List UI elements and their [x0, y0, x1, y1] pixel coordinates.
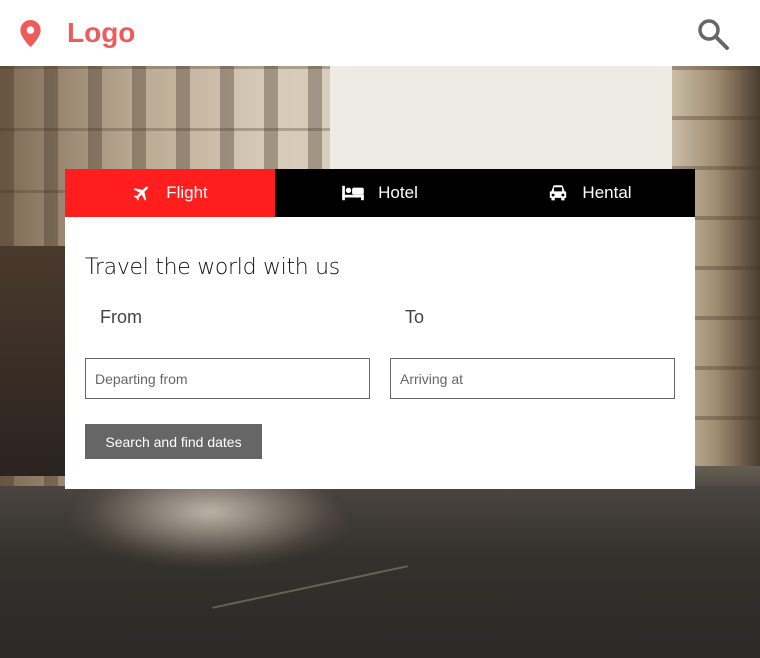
- departing-from-input[interactable]: [85, 358, 370, 399]
- bed-icon: [342, 185, 364, 201]
- tab-hotel[interactable]: Hotel: [275, 169, 485, 217]
- tab-hotel-label: Hotel: [378, 183, 418, 202]
- tab-flight[interactable]: Flight: [65, 169, 275, 217]
- hero-car-blur: [70, 476, 350, 566]
- hero-shopfront: [0, 246, 70, 476]
- tab-flight-label: Flight: [166, 183, 208, 202]
- tab-rental[interactable]: Hental: [485, 169, 695, 217]
- booking-tabs: Flight Hotel Hental: [65, 169, 695, 217]
- map-pin-icon: [20, 20, 41, 47]
- booking-card: Flight Hotel Hental Travel the world wit…: [65, 169, 695, 489]
- from-label: From: [100, 307, 142, 327]
- hero-sky: [330, 66, 672, 176]
- to-label: To: [405, 307, 425, 327]
- logo[interactable]: Logo: [67, 16, 135, 50]
- tab-rental-label: Hental: [582, 183, 632, 202]
- airplane-icon: [133, 186, 149, 201]
- search-icon[interactable]: [696, 17, 730, 51]
- arriving-at-input[interactable]: [390, 358, 675, 399]
- form-title: Travel the world with us: [85, 255, 340, 280]
- car-icon: [550, 185, 567, 201]
- search-dates-button[interactable]: Search and find dates: [85, 424, 262, 459]
- top-header: Logo: [0, 0, 760, 66]
